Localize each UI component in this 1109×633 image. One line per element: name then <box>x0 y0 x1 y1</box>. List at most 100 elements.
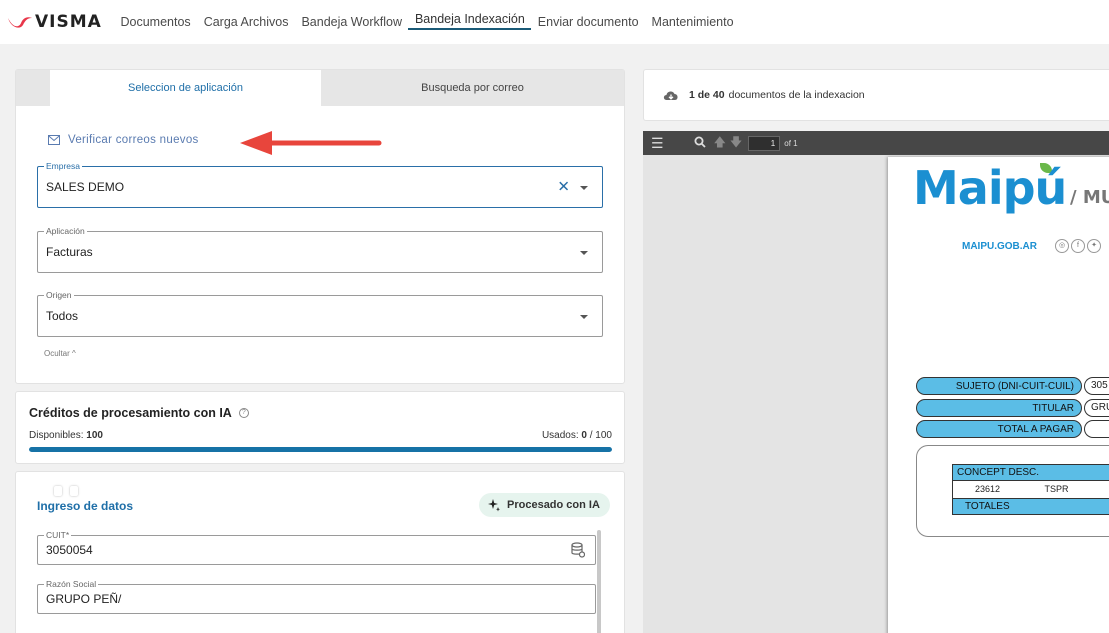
used-value: 0 <box>581 430 587 441</box>
nav-bandeja-indexacion[interactable]: Bandeja Indexación <box>408 0 532 44</box>
nav-enviar-documento[interactable]: Enviar documento <box>531 0 645 44</box>
tab-seleccion-aplicacion[interactable]: Seleccion de aplicación <box>50 70 321 106</box>
nav-label: Mantenimiento <box>651 15 734 29</box>
cuit-label: CUIT* <box>44 530 72 540</box>
nav-label: Enviar documento <box>537 15 639 29</box>
cloud-download-icon[interactable] <box>662 88 680 102</box>
document-count-value: 1 de 40 <box>689 89 725 101</box>
used-total: / 100 <box>589 430 612 441</box>
empresa-label: Empresa <box>44 161 83 171</box>
concept-table-header: CONCEPT DESC. <box>952 464 1109 481</box>
data-entry-card: Ingreso de datos Procesado con IA CUIT* … <box>15 471 625 633</box>
pdf-toolbar: ☰ 🡅 🡇 1 of 1 <box>643 131 1109 155</box>
document-counter: 1 de 40 documentos de la indexacion <box>662 88 865 102</box>
used-label: Usados: <box>541 430 579 441</box>
cuit-value: 3050054 <box>46 543 93 557</box>
titular-value: GRU <box>1084 399 1109 417</box>
available-label: Disponibles: <box>29 430 84 441</box>
data-entry-title: Ingreso de datos <box>37 499 134 513</box>
nav-label: Bandeja Workflow <box>301 15 402 29</box>
main-nav: Documentos Carga Archivos Bandeja Workfl… <box>114 0 740 44</box>
visma-swirl-icon <box>8 17 32 28</box>
concept-code: 23612 <box>975 484 1001 494</box>
nav-label: Carga Archivos <box>203 15 289 29</box>
dot <box>70 486 78 496</box>
database-lookup-icon[interactable] <box>571 542 585 558</box>
pdf-viewer: ☰ 🡅 🡇 1 of 1 Maipú / MU MAIPU.GOB.AR ◎ f… <box>643 131 1109 633</box>
dot <box>54 486 62 496</box>
scrollbar[interactable] <box>597 530 601 633</box>
aplicacion-select[interactable]: Aplicación Facturas <box>37 226 603 273</box>
credits-title-text: Créditos de procesamiento con IA <box>29 406 232 420</box>
sujeto-value: 305 <box>1084 377 1109 395</box>
selection-card: Seleccion de aplicación Busqueda por cor… <box>15 69 625 384</box>
chevron-down-icon[interactable] <box>580 251 588 255</box>
document-page: Maipú / MU MAIPU.GOB.AR ◎ f ✦ SUJETO (DN… <box>888 157 1109 633</box>
sparkle-icon <box>488 499 500 512</box>
chevron-down-icon[interactable] <box>580 315 588 319</box>
nav-documentos[interactable]: Documentos <box>114 0 197 44</box>
aplicacion-label: Aplicación <box>44 226 87 236</box>
ia-processed-label: Procesado con IA <box>507 499 600 511</box>
twitter-icon: ✦ <box>1087 239 1101 253</box>
razon-social-value: GRUPO PEÑ/ <box>46 592 122 606</box>
page-of-label: of 1 <box>784 138 798 148</box>
brand-name: VISMA <box>35 12 102 32</box>
empresa-select[interactable]: Empresa SALES DEMO ✕ <box>37 161 603 208</box>
mail-icon <box>48 135 60 145</box>
empresa-value: SALES DEMO <box>46 180 125 194</box>
nav-label: Bandeja Indexación <box>414 12 525 26</box>
origen-select[interactable]: Origen Todos <box>37 290 603 337</box>
concept-table-totals: TOTALES <box>952 498 1109 515</box>
visma-logo[interactable]: VISMA <box>7 12 107 32</box>
credits-title: Créditos de procesamiento con IA ? <box>29 406 249 420</box>
total-label: TOTAL A PAGAR <box>916 420 1082 438</box>
verify-emails-label: Verificar correos nuevos <box>68 134 199 146</box>
help-icon[interactable]: ? <box>238 408 249 418</box>
arrow-up-icon[interactable]: 🡅 <box>714 133 726 154</box>
aplicacion-value: Facturas <box>46 245 93 259</box>
concept-desc: TSPR <box>1044 484 1069 494</box>
razon-social-label: Razón Social <box>44 579 99 589</box>
search-icon[interactable] <box>694 136 706 151</box>
total-value <box>1084 420 1109 438</box>
hide-filters-link[interactable]: Ocultar ^ <box>44 349 76 358</box>
credits-card: Créditos de procesamiento con IA ? Dispo… <box>15 391 625 464</box>
credits-available: Disponibles: 100 <box>29 430 103 441</box>
cuit-input[interactable]: CUIT* 3050054 <box>37 530 596 565</box>
titular-label: TITULAR <box>916 399 1082 417</box>
tab-busqueda-correo[interactable]: Busqueda por correo <box>321 70 624 106</box>
document-brand: Maipú <box>913 161 1067 215</box>
credits-progress-fill <box>29 447 612 452</box>
selection-tabs: Seleccion de aplicación Busqueda por cor… <box>16 70 624 106</box>
nav-label: Documentos <box>120 15 191 29</box>
chevron-down-icon[interactable] <box>580 186 588 190</box>
origen-value: Todos <box>46 309 79 323</box>
credits-used: Usados: 0 / 100 <box>542 430 612 441</box>
document-brand-suffix: / MU <box>1070 187 1109 208</box>
sujeto-label: SUJETO (DNI-CUIT-CUIL) <box>916 377 1082 395</box>
nav-bandeja-workflow[interactable]: Bandeja Workflow <box>295 0 409 44</box>
page-number-input[interactable]: 1 <box>748 135 781 151</box>
nav-mantenimiento[interactable]: Mantenimiento <box>645 0 740 44</box>
facebook-icon: f <box>1071 239 1085 253</box>
razon-social-input[interactable]: Razón Social GRUPO PEÑ/ <box>37 579 596 614</box>
instagram-icon: ◎ <box>1055 239 1069 253</box>
origen-label: Origen <box>44 290 74 300</box>
annotation-arrow-icon <box>240 131 382 155</box>
loading-dots <box>54 486 78 496</box>
verify-emails-button[interactable]: Verificar correos nuevos <box>48 134 199 146</box>
document-website: MAIPU.GOB.AR <box>962 241 1037 252</box>
top-navbar: VISMA Documentos Carga Archivos Bandeja … <box>0 0 1109 44</box>
document-count-text: documentos de la indexacion <box>728 89 865 101</box>
arrow-down-icon[interactable]: 🡇 <box>730 133 742 154</box>
tab-spacer <box>16 70 50 106</box>
available-value: 100 <box>86 430 103 441</box>
menu-icon[interactable]: ☰ <box>651 135 664 152</box>
concept-table-row: 23612 TSPR <box>952 481 1109 498</box>
document-header-card: 1 de 40 documentos de la indexacion <box>643 69 1109 121</box>
nav-carga-archivos[interactable]: Carga Archivos <box>197 0 295 44</box>
credits-progress-bar <box>29 447 612 452</box>
clear-icon[interactable]: ✕ <box>557 180 570 195</box>
ia-processed-badge: Procesado con IA <box>479 493 610 517</box>
